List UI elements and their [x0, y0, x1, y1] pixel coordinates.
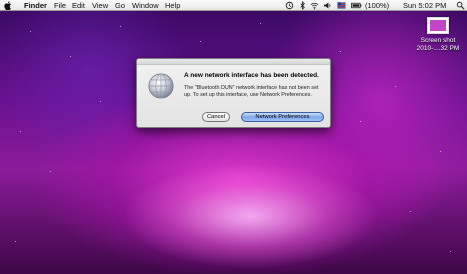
battery-percentage[interactable]: (100%) [365, 1, 389, 10]
menu-window[interactable]: Window [132, 1, 159, 10]
apple-icon[interactable] [4, 1, 12, 10]
desktop-file-name-line2: 2010-....32 PM [416, 44, 460, 52]
dialog-message: The "Bluetooth DUN" network interface ha… [184, 85, 319, 98]
desktop-file-name-line1: Screen shot [420, 37, 456, 44]
desktop-file-screenshot[interactable]: Screen shot 2010-....32 PM [416, 17, 460, 52]
menu-file[interactable]: File [54, 1, 66, 10]
menubar-clock[interactable]: Sun 5:02 PM [403, 1, 446, 10]
dialog-title: A new network interface has been detecte… [184, 72, 319, 79]
volume-icon[interactable] [323, 1, 332, 10]
network-interface-alert: A new network interface has been detecte… [136, 58, 331, 128]
menu-go[interactable]: Go [115, 1, 125, 10]
menu-help[interactable]: Help [165, 1, 180, 10]
menu-bar: Finder File Edit View Go Window Help (10… [0, 0, 467, 11]
menu-app-finder[interactable]: Finder [24, 1, 47, 10]
cancel-button[interactable]: Cancel [202, 112, 230, 122]
search-icon[interactable] [456, 1, 465, 10]
menu-view[interactable]: View [92, 1, 108, 10]
battery-icon[interactable] [351, 1, 362, 10]
wifi-icon[interactable] [310, 1, 319, 10]
desktop-wallpaper [0, 11, 467, 274]
network-globe-icon [148, 73, 174, 99]
network-preferences-button[interactable]: Network Preferences [241, 112, 324, 122]
menu-edit[interactable]: Edit [72, 1, 85, 10]
bluetooth-icon[interactable] [298, 1, 307, 10]
flag-icon[interactable] [337, 1, 346, 10]
time-machine-icon[interactable] [285, 1, 294, 10]
screenshot-file-icon [427, 17, 449, 34]
dialog-titlebar [137, 59, 330, 65]
